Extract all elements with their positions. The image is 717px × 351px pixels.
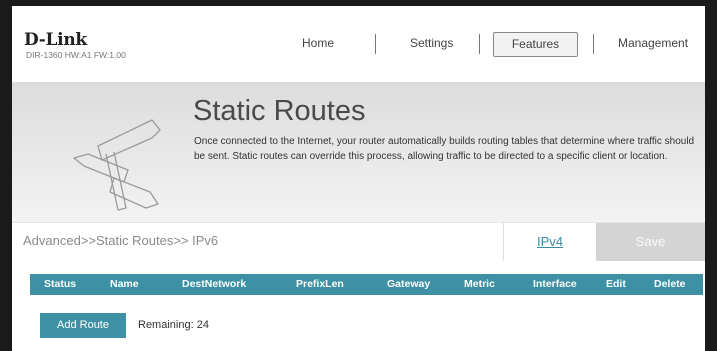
- header: D-Link DIR-1360 HW:A1 FW:1.00 Home Setti…: [12, 6, 705, 82]
- router-admin-page: D-Link DIR-1360 HW:A1 FW:1.00 Home Setti…: [12, 6, 705, 351]
- dlink-logo[interactable]: D-Link: [24, 30, 87, 50]
- signpost-icon: [73, 119, 161, 211]
- column-gateway: Gateway: [387, 278, 431, 290]
- nav-divider: [593, 34, 594, 54]
- nav-home[interactable]: Home: [302, 36, 334, 50]
- nav-settings[interactable]: Settings: [410, 36, 453, 50]
- nav-features[interactable]: Features: [493, 32, 578, 57]
- routes-table-header: Status Name DestNetwork PrefixLen Gatewa…: [30, 274, 703, 295]
- page-banner: Static Routes Once connected to the Inte…: [12, 82, 705, 222]
- breadcrumb: Advanced>>Static Routes>> IPv6: [23, 233, 219, 248]
- ipv4-tab: IPv4: [503, 223, 596, 261]
- column-edit: Edit: [606, 278, 626, 290]
- page-title: Static Routes: [193, 95, 366, 127]
- column-metric: Metric: [464, 278, 495, 290]
- column-prefix-len: PrefixLen: [296, 278, 344, 290]
- column-interface: Interface: [533, 278, 577, 290]
- nav-divider: [479, 34, 480, 54]
- column-status: Status: [44, 278, 77, 290]
- save-button[interactable]: Save: [596, 223, 705, 261]
- breadcrumb-bar: Advanced>>Static Routes>> IPv6 IPv4 Save: [12, 222, 705, 261]
- nav-management[interactable]: Management: [618, 36, 688, 50]
- column-delete: Delete: [654, 278, 686, 290]
- column-dest-network: DestNetwork: [182, 278, 247, 290]
- nav-divider: [375, 34, 376, 54]
- page-description: Once connected to the Internet, your rou…: [194, 136, 695, 162]
- model-info: DIR-1360 HW:A1 FW:1.00: [26, 50, 126, 60]
- ipv4-link[interactable]: IPv4: [504, 234, 596, 249]
- add-route-button[interactable]: Add Route: [40, 313, 126, 338]
- column-name: Name: [110, 278, 139, 290]
- remaining-count: Remaining: 24: [138, 319, 209, 331]
